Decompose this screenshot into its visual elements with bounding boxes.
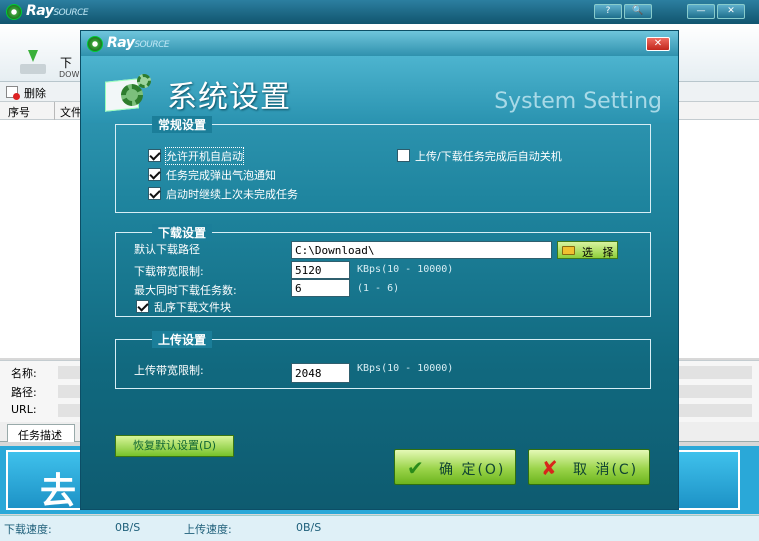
- toolbar-download-sublabel: DOW: [59, 70, 80, 79]
- upload-settings-legend: 上传设置: [152, 331, 213, 348]
- raysource-logo: RaySOURCE: [6, 3, 102, 21]
- check-icon: ✔: [407, 456, 426, 480]
- general-settings-legend: 常规设置: [152, 116, 213, 133]
- info-name-label: 名称:: [11, 367, 37, 380]
- download-settings-group: 下载设置 默认下载路径 C:\Download\ 选 择 下载带宽限制: 512…: [115, 224, 651, 317]
- auto-shutdown-label[interactable]: 上传/下载任务完成后自动关机: [415, 148, 562, 164]
- info-path-label: 路径:: [11, 386, 37, 399]
- delete-button[interactable]: 删除: [24, 85, 46, 101]
- settings-dialog: RaySOURCE ✕ 系统设置 System Setting 常规设置 允许开…: [80, 30, 679, 510]
- download-speed-value: 0B/S: [115, 521, 141, 534]
- resume-tasks-checkbox[interactable]: [148, 187, 161, 200]
- upload-settings-group: 上传设置 上传带宽限制: 2048 KBps(10 - 10000): [115, 331, 651, 389]
- dialog-logo-text: RaySOURCE: [107, 35, 170, 51]
- popup-notify-label[interactable]: 任务完成弹出气泡通知: [166, 167, 276, 183]
- max-tasks-input[interactable]: 6: [291, 279, 350, 297]
- restore-defaults-button[interactable]: 恢复默认设置(D): [115, 435, 234, 457]
- toolbar-download-label[interactable]: 下: [60, 54, 72, 71]
- delete-icon[interactable]: [6, 86, 20, 100]
- general-settings-group: 常规设置 允许开机自启动 任务完成弹出气泡通知 启动时继续上次未完成任务 上传/…: [115, 116, 651, 213]
- search-button[interactable]: 🔍: [624, 4, 652, 19]
- resume-tasks-label[interactable]: 启动时继续上次未完成任务: [166, 186, 298, 202]
- ok-button[interactable]: ✔ 确 定(O): [394, 449, 516, 485]
- autostart-label[interactable]: 允许开机自启动: [165, 147, 244, 165]
- status-bar: 下载速度: 0B/S 上传速度: 0B/S: [0, 515, 759, 541]
- download-icon[interactable]: [20, 50, 46, 74]
- download-bandwidth-label: 下载带宽限制:: [134, 265, 204, 278]
- cross-icon: ✘: [541, 456, 560, 480]
- dialog-titlebar[interactable]: RaySOURCE ✕: [81, 31, 678, 56]
- column-index[interactable]: 序号: [8, 104, 30, 120]
- folder-icon: [562, 246, 575, 255]
- dialog-title: 系统设置: [167, 80, 291, 115]
- download-path-label: 默认下载路径: [134, 243, 200, 256]
- upload-speed-value: 0B/S: [296, 521, 322, 534]
- upload-bandwidth-unit: KBps(10 - 10000): [357, 363, 454, 374]
- dialog-close-button[interactable]: ✕: [646, 37, 670, 51]
- dialog-title-en: System Setting: [494, 89, 662, 114]
- help-button[interactable]: ?: [594, 4, 622, 19]
- raysource-logo-icon: [87, 36, 103, 52]
- download-bandwidth-unit: KBps(10 - 10000): [357, 264, 454, 275]
- download-speed-label: 下载速度:: [4, 523, 52, 536]
- select-folder-button[interactable]: 选 择: [557, 241, 618, 259]
- download-path-input[interactable]: C:\Download\: [291, 241, 552, 259]
- max-tasks-label: 最大同时下载任务数:: [134, 284, 237, 297]
- logo-text: RaySOURCE: [26, 3, 89, 19]
- info-url-label: URL:: [11, 403, 37, 416]
- tab-task-description[interactable]: 任务描述: [7, 424, 75, 442]
- auto-shutdown-checkbox[interactable]: [397, 149, 410, 162]
- main-titlebar: RaySOURCE ? 🔍 — ✕: [0, 0, 759, 24]
- minimize-button[interactable]: —: [687, 4, 715, 19]
- column-divider[interactable]: [54, 102, 55, 120]
- upload-bandwidth-input[interactable]: 2048: [291, 363, 350, 383]
- upload-bandwidth-label: 上传带宽限制:: [134, 364, 204, 377]
- autostart-checkbox[interactable]: [148, 149, 161, 162]
- popup-notify-checkbox[interactable]: [148, 168, 161, 181]
- banner-text: 去: [40, 471, 77, 512]
- cancel-button[interactable]: ✘ 取 消(C): [528, 449, 650, 485]
- download-bandwidth-input[interactable]: 5120: [291, 261, 350, 279]
- upload-speed-label: 上传速度:: [184, 523, 232, 536]
- max-tasks-range: (1 - 6): [357, 283, 400, 294]
- raysource-logo-icon: [6, 4, 22, 20]
- random-blocks-checkbox[interactable]: [136, 300, 149, 313]
- download-settings-legend: 下载设置: [152, 224, 213, 241]
- dialog-logo: RaySOURCE: [87, 35, 187, 53]
- settings-gear-icon: [105, 72, 151, 114]
- random-blocks-label[interactable]: 乱序下载文件块: [154, 299, 231, 315]
- column-file[interactable]: 文件: [60, 104, 82, 120]
- close-button[interactable]: ✕: [717, 4, 745, 19]
